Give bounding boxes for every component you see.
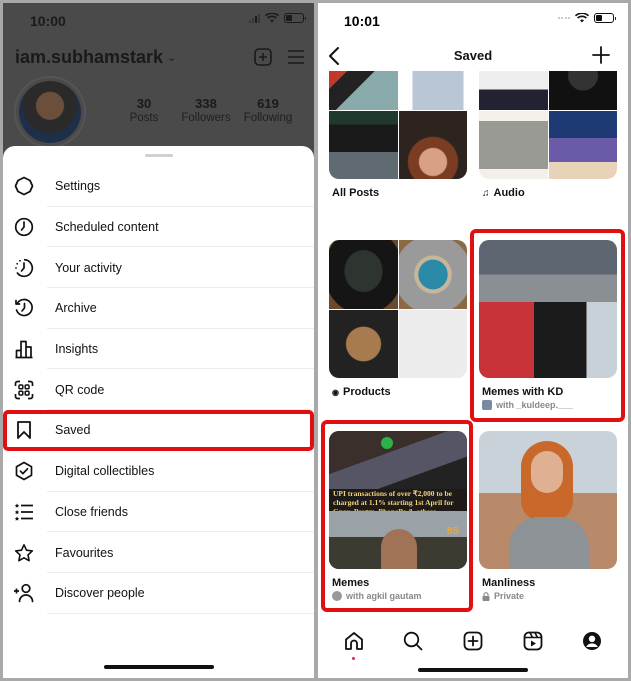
collection-name: Manliness [482,577,536,589]
home-indicator [104,665,214,669]
collection-subtitle: with _kuldeep.___ [496,400,574,410]
qr-code-icon [13,379,35,401]
menu-item-qr-code[interactable]: QR code [3,369,314,410]
collection-subtitle: Private [494,591,525,601]
collection-thumbnail: UPI transactions of over ₹2,000 to be ch… [329,431,467,569]
collaborator-avatar [332,591,342,601]
hamburger-menu-icon[interactable] [288,50,304,64]
collaborator-avatar [482,400,492,410]
stat-followers[interactable]: 338 Followers [175,96,237,124]
bottom-tab-bar [318,623,628,678]
profile-header: iam.subhamstark ⌄ [15,43,304,71]
status-time: 10:00 [30,13,66,29]
archive-icon [13,297,35,319]
sheet-grabber[interactable] [145,154,173,157]
profile-icon[interactable] [580,629,604,653]
search-icon[interactable] [401,629,425,653]
collection-subtitle: with agkil gautam [346,591,422,601]
menu-item-settings[interactable]: Settings [3,166,314,207]
menu-item-close-friends[interactable]: Close friends [3,492,314,533]
menu-item-archive[interactable]: Archive [3,288,314,329]
plus-icon[interactable] [592,46,610,64]
collection-memes-with-kd[interactable]: Memes with KD with _kuldeep.___ [479,240,617,410]
lock-icon [482,591,490,601]
add-person-icon [13,582,35,604]
collection-name: Memes [332,577,370,589]
username[interactable]: iam.subhamstark [15,47,163,68]
bookmark-icon [13,419,35,441]
music-note-icon: ♫ [482,187,490,199]
collection-name: Memes with KD [482,386,564,398]
activity-icon [13,257,35,279]
navbar: Saved [318,39,628,71]
bar-chart-icon [13,338,35,360]
stat-posts[interactable]: 30 Posts [113,96,175,124]
create-icon[interactable] [461,629,485,653]
star-icon [13,542,35,564]
collection-manliness[interactable]: Manliness Private [479,431,617,601]
menu-list: Settings Scheduled content Your activity… [3,166,314,614]
profile-avatar[interactable] [14,76,86,148]
collection-name: All Posts [332,187,380,199]
collection-thumbnail [479,240,617,378]
home-indicator [418,668,528,672]
stat-following[interactable]: 619 Following [237,96,299,124]
menu-item-insights[interactable]: Insights [3,329,314,370]
profile-screen: 10:00 iam.subhamstark ⌄ 30 Posts 338 Follo… [3,3,314,678]
status-bar: 10:00 [3,3,314,39]
shopping-bag-icon: ◉ [332,387,339,397]
star-list-icon [13,501,35,523]
reels-icon[interactable] [521,629,545,653]
status-bar: 10:01 [318,3,628,39]
check-hexagon-icon [13,460,35,482]
gear-icon [13,175,35,197]
create-icon[interactable] [254,48,272,66]
screenshot-frame: 10:00 iam.subhamstark ⌄ 30 Posts 338 Follo… [0,0,631,681]
status-time: 10:01 [344,13,380,29]
battery-icon [284,13,306,23]
notification-dot [351,657,355,660]
collection-memes[interactable]: UPI transactions of over ₹2,000 to be ch… [329,431,467,601]
clock-icon [13,216,35,238]
menu-item-digital-collectibles[interactable]: Digital collectibles [3,451,314,492]
saved-screen: 10:01 Saved All Posts ♫ Audio ◉ Products… [318,3,628,678]
menu-item-saved[interactable]: Saved [3,410,314,451]
profile-stats: 30 Posts 338 Followers 619 Following [113,96,299,124]
battery-icon [594,13,616,23]
menu-item-discover-people[interactable]: Discover people [3,573,314,614]
home-icon[interactable] [342,629,366,660]
collection-thumbnail [329,240,467,378]
menu-bottom-sheet: Settings Scheduled content Your activity… [3,146,314,678]
collection-products[interactable]: ◉ Products [329,240,467,398]
wifi-icon [265,13,279,23]
collection-name: Audio [493,187,525,199]
chevron-down-icon[interactable]: ⌄ [167,51,176,64]
collection-thumbnail [479,431,617,569]
menu-item-scheduled-content[interactable]: Scheduled content [3,207,314,248]
signal-icon [557,17,570,19]
menu-item-your-activity[interactable]: Your activity [3,247,314,288]
signal-icon [249,13,260,23]
menu-item-favourites[interactable]: Favourites [3,532,314,573]
chevron-left-icon[interactable] [328,46,340,66]
wifi-icon [575,13,589,23]
page-title: Saved [453,47,493,63]
collection-name: Products [342,386,391,398]
